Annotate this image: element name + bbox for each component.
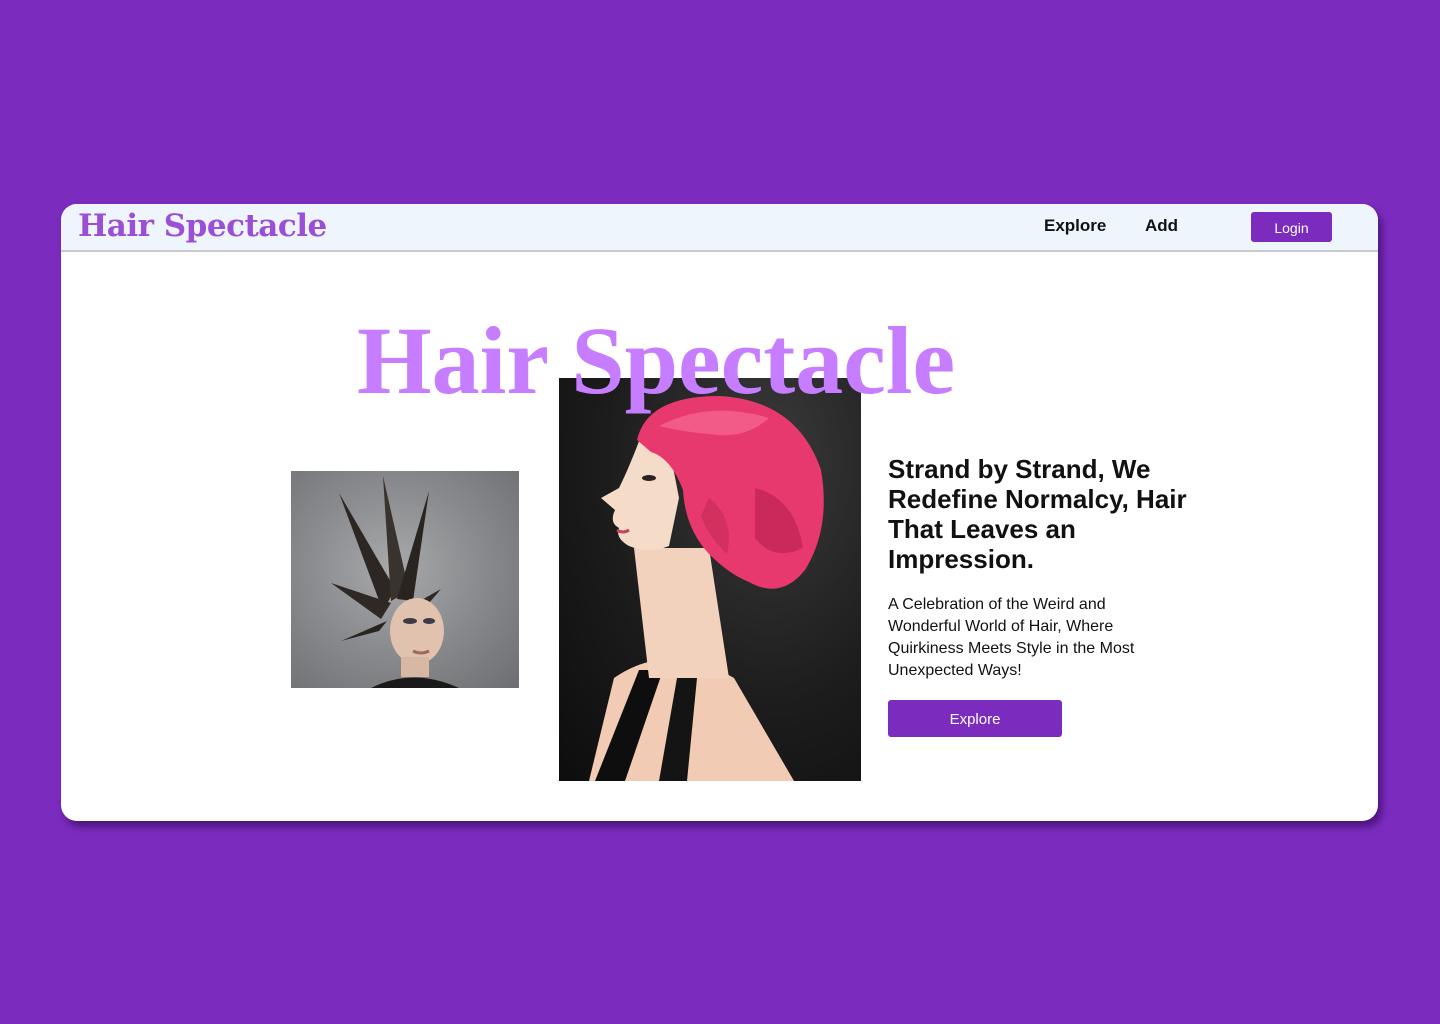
landing-card: Hair Spectacle Explore Add Login Hair Sp… (61, 204, 1378, 821)
brand-logo[interactable]: Hair Spectacle (78, 205, 327, 247)
photo-pink-bob-profile (559, 378, 861, 781)
hero-tagline: Strand by Strand, We Redefine Normalcy, … (888, 454, 1187, 574)
hero-title: Hair Spectacle (357, 307, 956, 414)
photo-spiky-hair-model (291, 471, 519, 688)
explore-button[interactable]: Explore (888, 700, 1062, 737)
nav-link-explore[interactable]: Explore (1044, 216, 1106, 236)
login-button[interactable]: Login (1251, 212, 1332, 242)
hero-description: A Celebration of the Weird and Wonderful… (888, 596, 1135, 679)
navbar: Hair Spectacle Explore Add Login (61, 204, 1378, 252)
nav-link-add[interactable]: Add (1145, 216, 1178, 236)
